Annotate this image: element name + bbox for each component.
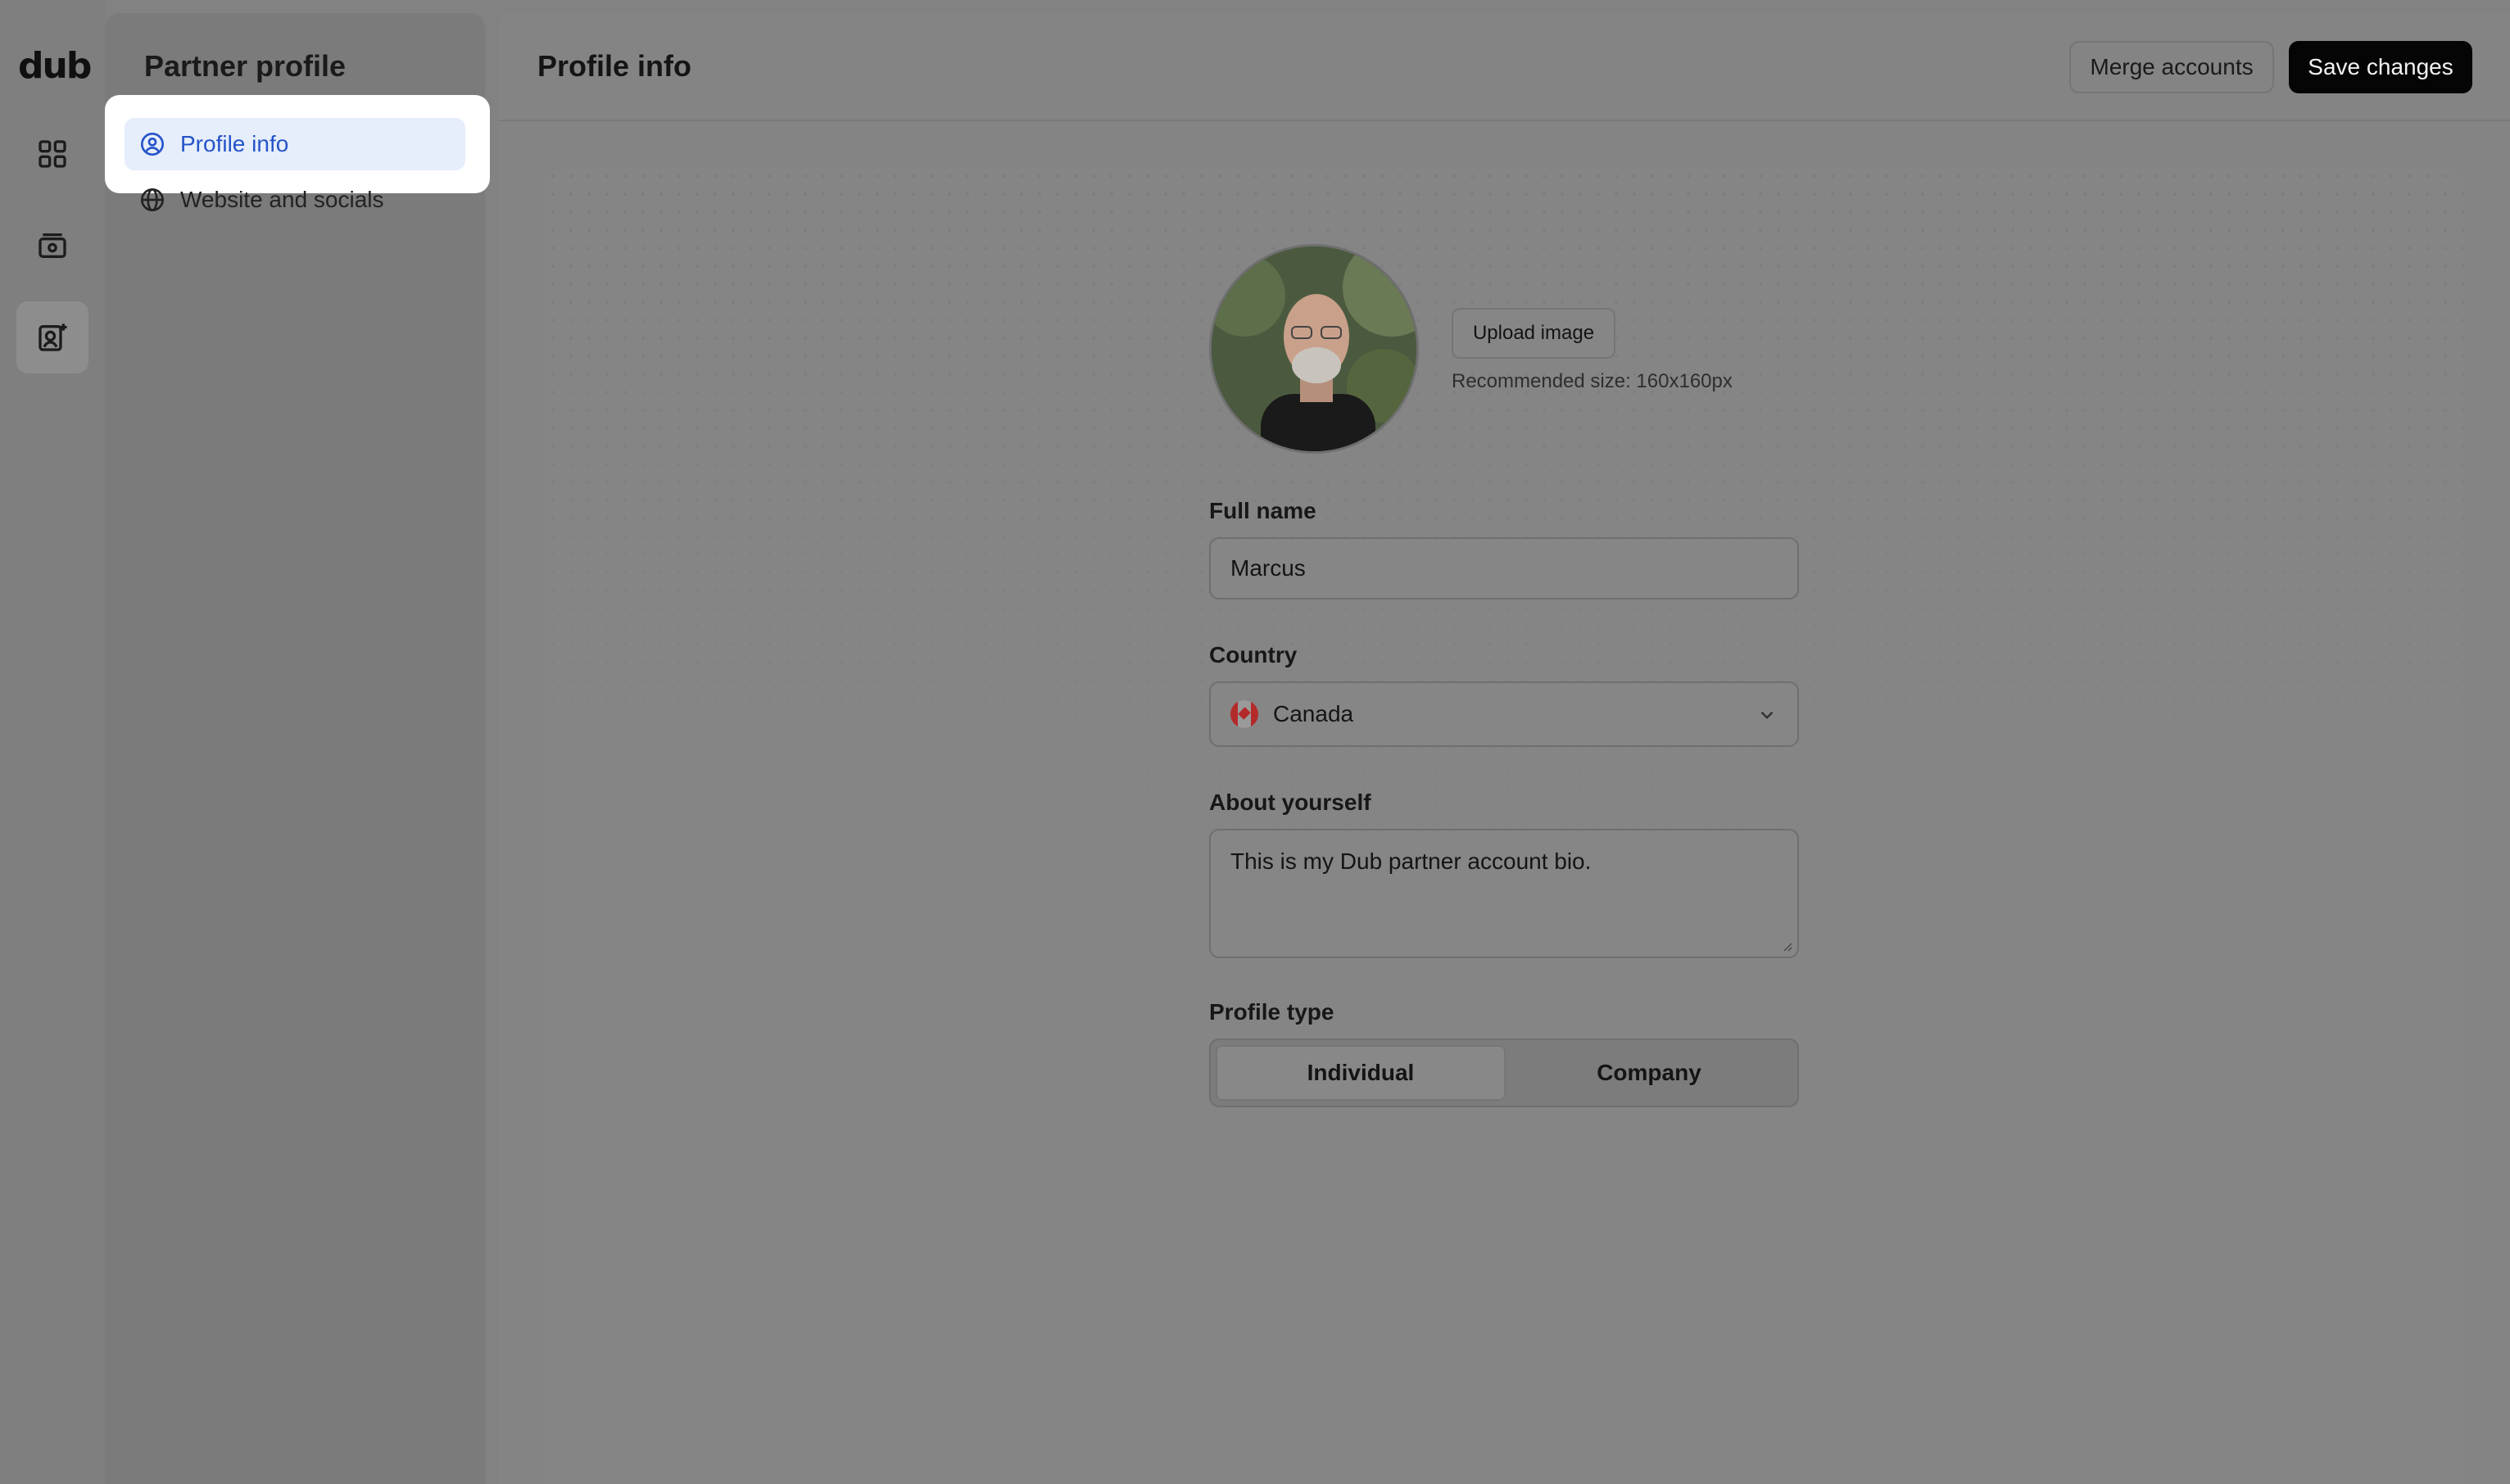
- profile-type-toggle: Individual Company: [1209, 1038, 1799, 1107]
- upload-image-button[interactable]: Upload image: [1452, 308, 1615, 359]
- grid-icon: [39, 140, 66, 168]
- avatar[interactable]: [1209, 244, 1419, 454]
- money-icon: [39, 233, 66, 258]
- sidebar-item-profile-info[interactable]: Profile info: [125, 118, 465, 170]
- sidebar: Partner profile Profile info Website and…: [105, 13, 490, 1484]
- about-label: About yourself: [1209, 790, 1371, 815]
- sidebar-item-website-socials[interactable]: Website and socials: [125, 174, 465, 226]
- form-panel: [544, 167, 2464, 1484]
- sidebar-item-label: Profile info: [180, 131, 289, 156]
- full-name-value: Marcus: [1230, 555, 1306, 581]
- sidebar-title: Partner profile: [144, 49, 347, 83]
- save-changes-button[interactable]: Save changes: [2289, 41, 2472, 93]
- merge-accounts-button[interactable]: Merge accounts: [2069, 41, 2274, 93]
- user-circle-icon: [141, 133, 164, 156]
- profile-type-company[interactable]: Company: [1506, 1045, 1792, 1101]
- page-title: Profile info: [537, 49, 691, 83]
- avatar-photo: [1212, 247, 1416, 451]
- panel-fade: [544, 167, 2464, 1484]
- rail-payouts-button[interactable]: [16, 210, 88, 282]
- country-label: Country: [1209, 642, 1298, 667]
- globe-icon: [141, 188, 164, 211]
- full-name-input[interactable]: Marcus: [1209, 537, 1799, 599]
- upload-hint: Recommended size: 160x160px: [1452, 370, 1733, 392]
- about-value: This is my Dub partner account bio.: [1230, 848, 1592, 874]
- resize-grip-icon[interactable]: [1779, 939, 1792, 952]
- rail-dashboard-button[interactable]: [16, 118, 88, 190]
- profile-type-label: Profile type: [1209, 999, 1334, 1025]
- app-window: dub Partner profile Profile info Website…: [0, 0, 2510, 1484]
- user-profile-plus-icon: [39, 323, 67, 351]
- full-name-label: Full name: [1209, 498, 1316, 523]
- main-content: Profile info Merge accounts Save changes: [498, 13, 2510, 1484]
- profile-type-individual[interactable]: Individual: [1216, 1045, 1506, 1101]
- sidebar-item-label: Website and socials: [180, 187, 384, 212]
- icon-rail: dub: [0, 0, 105, 1484]
- country-value: Canada: [1273, 701, 1354, 726]
- about-textarea[interactable]: This is my Dub partner account bio.: [1209, 829, 1799, 958]
- page-header: Profile info Merge accounts Save changes: [498, 13, 2510, 121]
- country-select[interactable]: Canada: [1209, 681, 1799, 747]
- canada-flag-icon: [1230, 700, 1258, 728]
- chevron-down-icon: [1760, 711, 1774, 719]
- rail-profile-button[interactable]: [16, 301, 88, 373]
- dub-logo[interactable]: dub: [18, 46, 92, 87]
